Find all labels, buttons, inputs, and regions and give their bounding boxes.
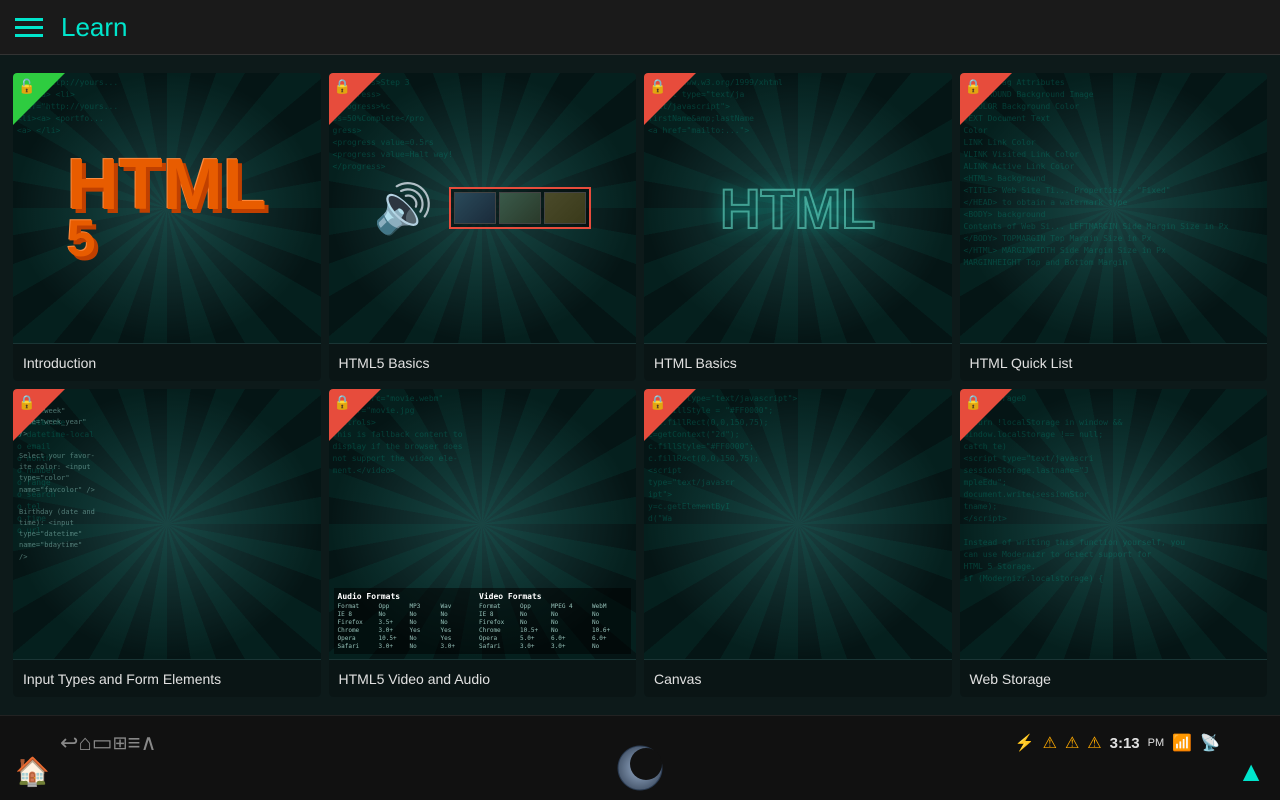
lock-icon: 🔓	[18, 78, 35, 95]
card-quicklist[interactable]: <BODY> Tag AttributesBACKGROUND Backgrou…	[960, 73, 1268, 381]
lock-icon: 🔒	[649, 78, 666, 95]
card-label-quicklist: HTML Quick List	[960, 343, 1268, 381]
warning-icon-3: ⚠	[1087, 733, 1101, 753]
app-title: Learn	[61, 12, 128, 43]
lock-badge-intro: 🔓	[13, 73, 65, 125]
lock-badge-video: 🔒	[329, 389, 381, 441]
warning-icon-2: ⚠	[1065, 733, 1079, 753]
lock-icon: 🔒	[18, 394, 35, 411]
recents-button[interactable]: ▭	[92, 730, 113, 756]
lock-badge-quicklist: 🔒	[960, 73, 1012, 125]
status-ampm: PM	[1148, 737, 1165, 749]
html-text: HTML	[720, 176, 876, 241]
usb-icon: ⚡	[1015, 733, 1035, 753]
video-strip	[449, 187, 591, 229]
card-inputtypes[interactable]: o coloro dateo datetimeo datetime-localo…	[13, 389, 321, 697]
card-label-storage: Web Storage	[960, 659, 1268, 697]
menu-button[interactable]	[15, 18, 43, 37]
back-button[interactable]: ↩	[60, 730, 78, 756]
hamburger-nav[interactable]: ≡	[128, 730, 141, 756]
card-label-canvas: Canvas	[644, 659, 952, 697]
qr-button[interactable]: ⊞	[113, 733, 128, 754]
lock-icon: 🔒	[334, 394, 351, 411]
top-bar: Learn	[0, 0, 1280, 55]
scroll-top-button[interactable]: ▲	[1237, 756, 1265, 788]
lock-badge-canvas: 🔒	[644, 389, 696, 441]
warning-icon-1: ⚠	[1043, 733, 1057, 753]
card-htmlbasics[interactable]: http://www.w3.org/1999/xhtml<input type=…	[644, 73, 952, 381]
speaker-icon: 🔊	[374, 180, 434, 237]
lock-badge-htmlbasics: 🔒	[644, 73, 696, 125]
card-label-video: HTML5 Video and Audio	[329, 659, 637, 697]
main-content: href="http://yours...<a></a> <li>href="h…	[0, 55, 1280, 715]
lock-badge-storage: 🔒	[960, 389, 1012, 441]
lock-badge-input: 🔒	[13, 389, 65, 441]
card-introduction[interactable]: href="http://yours...<a></a> <li>href="h…	[13, 73, 321, 381]
card-label-htmlbasics: HTML Basics	[644, 343, 952, 381]
card-label-intro: Introduction	[13, 343, 321, 381]
video-formats-table: Video Formats FormatOppMPEG 4WebM IE 8No…	[475, 588, 631, 654]
home-button-bottom[interactable]: 🏠	[15, 755, 50, 788]
up-button[interactable]: ∧	[140, 730, 156, 756]
card-label-html5basics: HTML5 Basics	[329, 343, 637, 381]
card-canvas[interactable]: <script type="text/javascript">cxt.fillS…	[644, 389, 952, 697]
card-label-input: Input Types and Form Elements	[13, 659, 321, 697]
home-nav-button[interactable]: ⌂	[78, 730, 91, 756]
crescent-logo	[616, 744, 664, 792]
card-grid: href="http://yours...<a></a> <li>href="h…	[5, 65, 1275, 705]
bottom-nav: 🏠 ▲ ↩ ⌂ ▭ ⊞ ≡ ∧ ⚡ ⚠ ⚠ ⚠ 3:13 PM 📶 📡	[0, 715, 1280, 800]
card-html5basics[interactable]: <progress>Step 3<progress><progress>%css…	[329, 73, 637, 381]
lock-icon: 🔒	[965, 78, 982, 95]
lock-icon: 🔒	[334, 78, 351, 95]
html5-logo: HTML5	[67, 155, 267, 260]
lock-badge-html5basics: 🔒	[329, 73, 381, 125]
card-videoaudio[interactable]: <video src="movie.webm"poster="movie.jpg…	[329, 389, 637, 697]
network-icon: 📡	[1200, 733, 1220, 753]
lock-icon: 🔒	[649, 394, 666, 411]
card-webstorage[interactable]: s5ms_storage0tyreturn !localStorage in w…	[960, 389, 1268, 697]
lock-icon: 🔒	[965, 394, 982, 411]
audio-formats-table: Audio Formats FormatOppMP3Wav IE 8NoNoNo…	[334, 588, 475, 654]
wifi-icon: 📶	[1172, 733, 1192, 753]
status-time: 3:13	[1110, 735, 1140, 752]
